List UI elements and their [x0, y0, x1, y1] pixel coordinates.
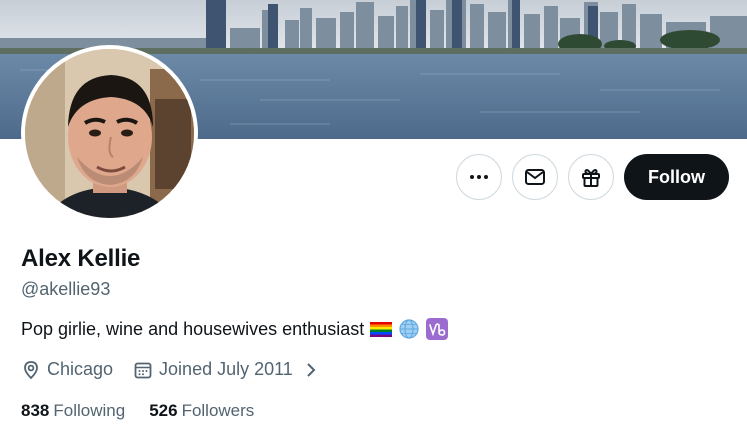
gift-icon	[582, 169, 600, 187]
following-link[interactable]: 838 Following	[21, 401, 125, 421]
followers-label: Followers	[181, 401, 255, 420]
follow-stats: 838 Following 526 Followers	[21, 401, 254, 421]
avatar-image	[25, 49, 194, 218]
more-icon	[470, 175, 488, 179]
bio: Pop girlie, wine and housewives enthusia…	[21, 318, 449, 340]
display-name: Alex Kellie	[21, 245, 141, 272]
capricorn-icon	[426, 318, 449, 340]
bio-text: Pop girlie, wine and housewives enthusia…	[21, 318, 365, 339]
location-pin-icon	[24, 360, 38, 379]
joined-date[interactable]: Joined July 2011	[133, 359, 317, 380]
message-button[interactable]	[512, 154, 558, 200]
followers-count: 526	[149, 401, 178, 420]
following-count: 838	[21, 401, 50, 420]
more-button[interactable]	[456, 154, 502, 200]
profile-actions: Follow	[456, 154, 729, 200]
message-icon	[525, 169, 545, 185]
follow-button[interactable]: Follow	[624, 154, 729, 200]
calendar-icon	[134, 362, 152, 378]
location: Chicago	[21, 359, 113, 380]
joined-text: Joined July 2011	[159, 359, 293, 379]
location-text: Chicago	[47, 359, 114, 379]
user-handle: @akellie93	[21, 279, 111, 299]
gift-button[interactable]	[568, 154, 614, 200]
rainbow-flag-icon	[370, 322, 393, 337]
following-label: Following	[53, 401, 126, 420]
globe-icon	[399, 319, 419, 339]
chevron-right-icon	[307, 362, 316, 377]
profile-meta: Chicago Joined July 2011	[21, 359, 317, 380]
avatar[interactable]	[21, 45, 198, 222]
followers-link[interactable]: 526 Followers	[149, 401, 254, 421]
